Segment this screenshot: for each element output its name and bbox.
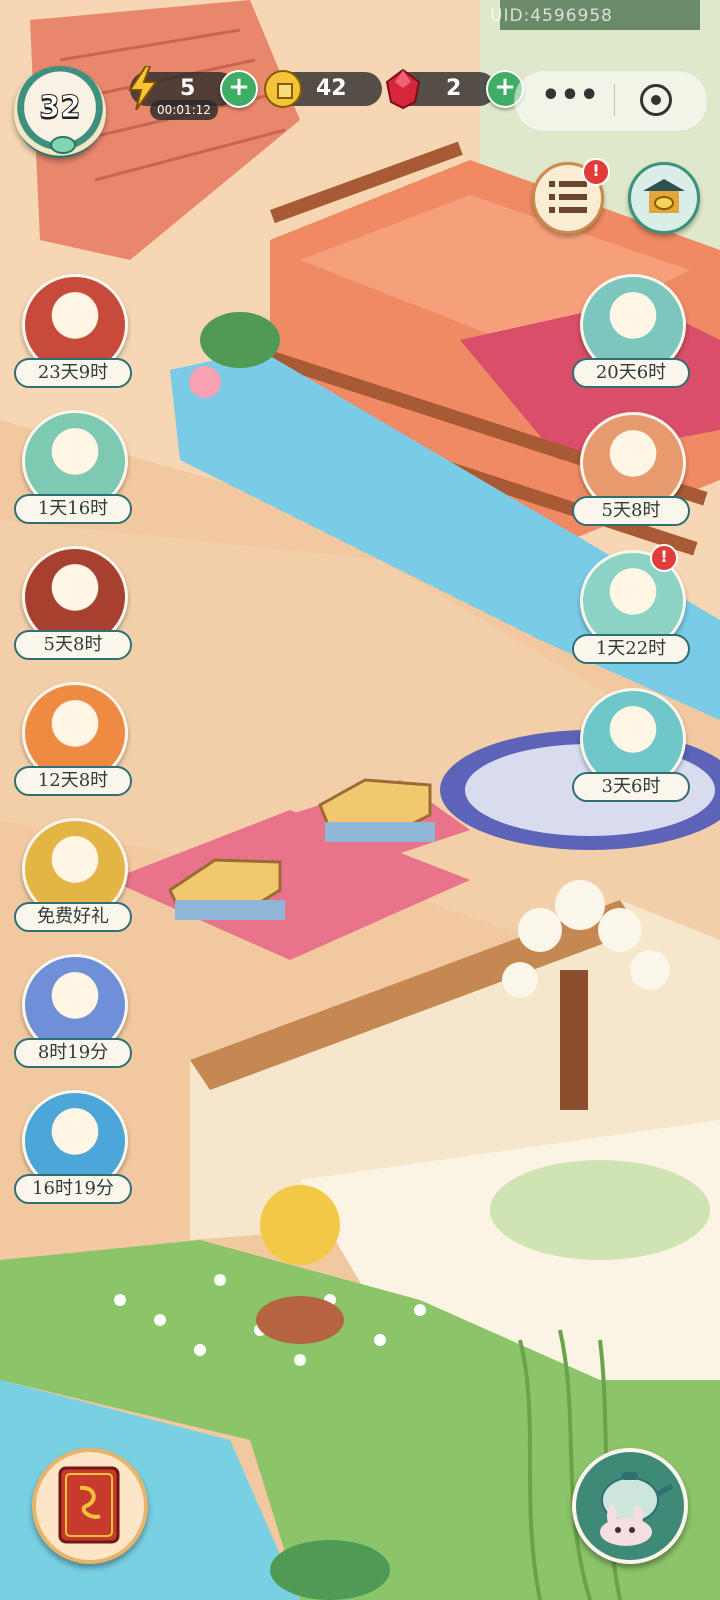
event-lucky-cat-button[interactable]: 1天16时 <box>14 410 132 528</box>
event-coin-cat-timer-label: 1天22时 <box>572 634 690 664</box>
red-book-icon <box>58 1466 120 1544</box>
event-tea-pot-timer-label: 5天8时 <box>14 630 132 660</box>
task-list-icon <box>549 181 587 213</box>
player-level-number: 32 <box>39 90 82 126</box>
gem-value: 2 <box>446 76 462 101</box>
event-tea-pot-button[interactable]: 5天8时 <box>14 546 132 664</box>
event-fishing-cat-timer-label: 8时19分 <box>14 1038 132 1068</box>
event-free-gift-timer-label: 免费好礼 <box>14 902 132 932</box>
coin-counter: 42 <box>264 70 382 108</box>
pavilion-shop-icon <box>643 179 685 213</box>
event-lucky-cat-timer-label: 1天16时 <box>14 494 132 524</box>
event-coin-cat-alert-badge: ! <box>650 544 678 572</box>
add-energy-button[interactable]: + <box>220 70 258 108</box>
player-level-badge[interactable]: 32 <box>14 66 106 158</box>
event-fan-cat-timer-label: 5天8时 <box>572 496 690 526</box>
event-fishing-cat-button[interactable]: 8时19分 <box>14 954 132 1072</box>
shop-button[interactable] <box>628 162 700 234</box>
event-gift-cat-timer-label: 3天6时 <box>572 772 690 802</box>
teahouse-button[interactable] <box>572 1448 688 1564</box>
teapot-bunny-icon <box>600 1472 674 1546</box>
leaf-icon <box>50 136 76 154</box>
event-koi-bowl-timer-label: 12天8时 <box>14 766 132 796</box>
uid-text: UID:4596958 <box>490 6 613 26</box>
capsule-divider <box>614 84 615 116</box>
task-alert-badge: ! <box>582 158 610 186</box>
event-fish-button[interactable]: 16时19分 <box>14 1090 132 1208</box>
event-free-gift-button[interactable]: 免费好礼 <box>14 818 132 936</box>
ruby-gem-icon <box>385 68 421 110</box>
event-fan-cat-button[interactable]: 5天8时 <box>572 412 690 530</box>
event-coin-cat-button[interactable]: 1天22时! <box>572 544 690 668</box>
event-bath-cat-button[interactable]: 20天6时 <box>572 274 690 392</box>
coin-value: 42 <box>316 76 347 101</box>
event-gift-cat-button[interactable]: 3天6时 <box>572 688 690 806</box>
event-book-button[interactable]: 23天9时 <box>14 274 132 392</box>
more-menu-button[interactable]: ••• <box>540 76 600 122</box>
event-koi-bowl-button[interactable]: 12天8时 <box>14 682 132 800</box>
event-book-timer-label: 23天9时 <box>14 358 132 388</box>
gem-counter: 2 <box>385 68 496 110</box>
energy-refill-timer: 00:01:12 <box>150 100 218 120</box>
event-fish-timer-label: 16时19分 <box>14 1174 132 1204</box>
event-bath-cat-timer-label: 20天6时 <box>572 358 690 388</box>
close-miniprogram-button[interactable] <box>640 84 672 116</box>
coin-icon <box>264 70 302 108</box>
journal-book-button[interactable] <box>32 1448 148 1564</box>
